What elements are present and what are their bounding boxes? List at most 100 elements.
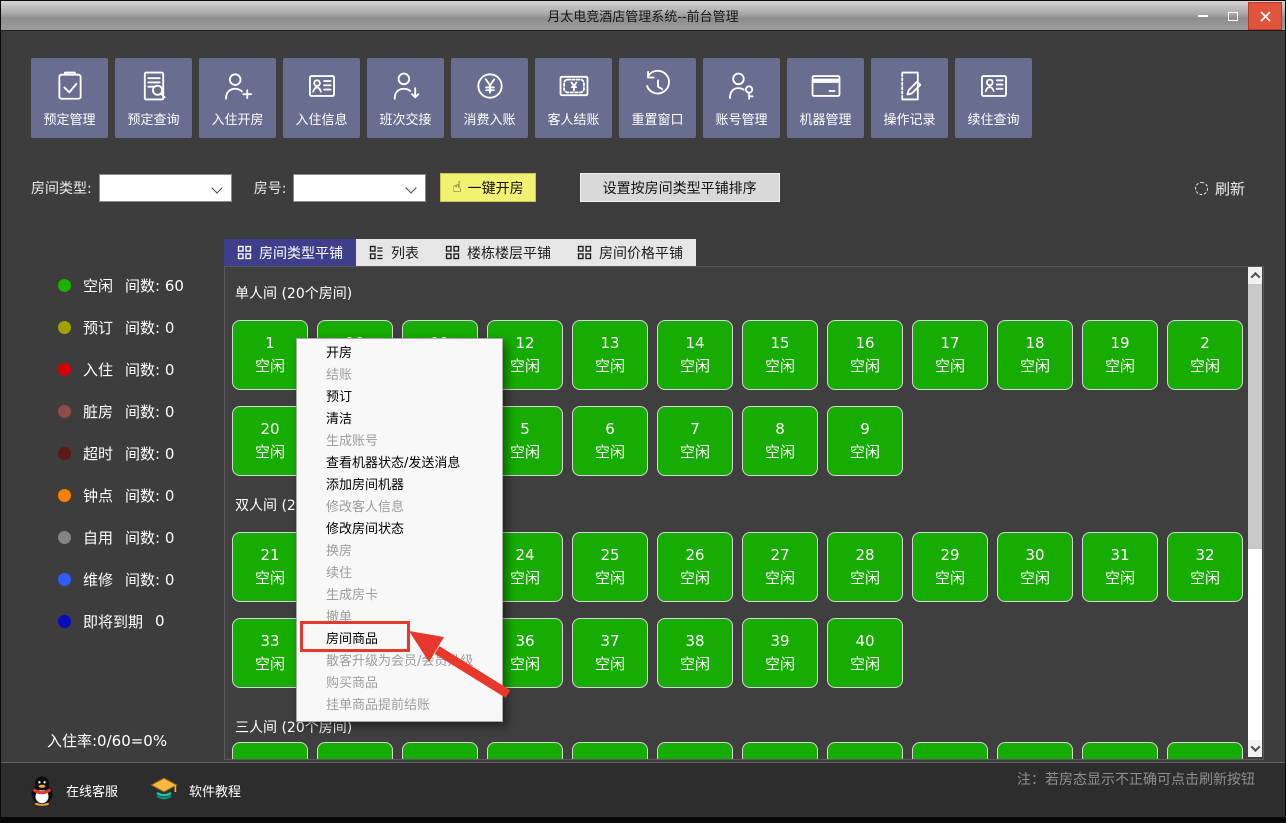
- room-tile-13[interactable]: 13空闲: [572, 320, 648, 390]
- room-tile-clipped[interactable]: [572, 742, 648, 760]
- menu-item-reserve[interactable]: 预订: [297, 387, 502, 409]
- room-status: 空闲: [595, 567, 625, 588]
- history-icon: [641, 69, 675, 103]
- room-tile-8[interactable]: 8空闲: [742, 406, 818, 476]
- legend-label: 空闲: [83, 275, 113, 296]
- room-tile-7[interactable]: 7空闲: [657, 406, 733, 476]
- menu-item-view-machine-status[interactable]: 查看机器状态/发送消息: [297, 453, 502, 475]
- room-tile-40[interactable]: 40空闲: [827, 618, 903, 688]
- room-tile-clipped[interactable]: [317, 742, 393, 760]
- room-tile-25[interactable]: 25空闲: [572, 532, 648, 602]
- toolbar-button-shift-handover[interactable]: 班次交接: [367, 58, 444, 138]
- occupancy-rate: 入住率:0/60=0%: [47, 730, 167, 751]
- room-type-select[interactable]: [99, 174, 232, 202]
- room-tile-37[interactable]: 37空闲: [572, 618, 648, 688]
- room-tile-clipped[interactable]: [997, 742, 1073, 760]
- scrollbar-thumb[interactable]: [1248, 284, 1262, 549]
- menu-item-edit-room-status[interactable]: 修改房间状态: [297, 519, 502, 541]
- status-dot-hourly: [58, 489, 71, 502]
- room-tile-clipped[interactable]: [912, 742, 988, 760]
- toolbar-button-consumption-entry[interactable]: 消费入账: [451, 58, 528, 138]
- room-tile-32[interactable]: 32空闲: [1167, 532, 1243, 602]
- tab-building-floor-tile[interactable]: 楼栋楼层平铺: [432, 239, 564, 266]
- room-tile-clipped[interactable]: [487, 742, 563, 760]
- room-tile-15[interactable]: 15空闲: [742, 320, 818, 390]
- chevron-down-icon: [1250, 742, 1260, 752]
- tab-list[interactable]: 列表: [356, 239, 432, 266]
- room-tile-2[interactable]: 2空闲: [1167, 320, 1243, 390]
- sort-by-room-type-button[interactable]: 设置按房间类型平铺排序: [580, 173, 780, 202]
- vertical-scrollbar[interactable]: [1248, 267, 1262, 757]
- menu-item-checkout: 结账: [297, 365, 502, 387]
- room-tile-38[interactable]: 38空闲: [657, 618, 733, 688]
- legend-label: 钟点: [83, 485, 113, 506]
- room-status: 空闲: [595, 653, 625, 674]
- room-status: 空闲: [255, 653, 285, 674]
- room-number: 17: [940, 334, 959, 352]
- online-service-link[interactable]: 在线客服: [29, 775, 118, 806]
- maximize-button[interactable]: [1218, 2, 1248, 30]
- toolbar-button-guest-checkout[interactable]: 客人结账: [535, 58, 612, 138]
- document-search-icon: [137, 69, 171, 103]
- room-tile-28[interactable]: 28空闲: [827, 532, 903, 602]
- close-button[interactable]: [1248, 2, 1282, 30]
- room-tile-clipped[interactable]: [232, 742, 308, 760]
- menu-item-room-goods[interactable]: 房间商品: [297, 629, 502, 651]
- tab-room-type-tile[interactable]: 房间类型平铺: [224, 239, 356, 266]
- minimize-button[interactable]: [1188, 2, 1218, 30]
- room-tile-9[interactable]: 9空闲: [827, 406, 903, 476]
- status-dot-reserved: [58, 321, 71, 334]
- toolbar-button-machine-manage[interactable]: 机器管理: [787, 58, 864, 138]
- room-tile-26[interactable]: 26空闲: [657, 532, 733, 602]
- toolbar-button-account-manage[interactable]: 账号管理: [703, 58, 780, 138]
- room-tile-31[interactable]: 31空闲: [1082, 532, 1158, 602]
- legend-label: 维修: [83, 569, 113, 590]
- menu-item-upgrade-member: 散客升级为会员/会员升级: [297, 651, 502, 673]
- toolbar-button-operation-log[interactable]: 操作记录: [871, 58, 948, 138]
- legend-item-occupied: 入住间数: 0: [58, 348, 184, 390]
- toolbar-button-stay-extension-query[interactable]: 续住查询: [955, 58, 1032, 138]
- room-tile-30[interactable]: 30空闲: [997, 532, 1073, 602]
- refresh-button[interactable]: 刷新: [1195, 178, 1245, 199]
- toolbar-button-reservation-query[interactable]: 预定查询: [115, 58, 192, 138]
- room-no-select[interactable]: [293, 174, 426, 202]
- toolbar-button-reservation-manage[interactable]: 预定管理: [31, 58, 108, 138]
- room-tile-17[interactable]: 17空闲: [912, 320, 988, 390]
- person-arrow-down-icon: [389, 69, 423, 103]
- scroll-up-button[interactable]: [1248, 267, 1262, 284]
- room-number: 7: [690, 420, 700, 438]
- legend-count: 间数: 0: [125, 359, 174, 380]
- room-tile-6[interactable]: 6空闲: [572, 406, 648, 476]
- room-tile-clipped[interactable]: [657, 742, 733, 760]
- menu-item-add-room-machine[interactable]: 添加房间机器: [297, 475, 502, 497]
- document-pen-icon: [893, 69, 927, 103]
- maximize-icon: [1228, 12, 1238, 21]
- tab-room-price-tile[interactable]: 房间价格平铺: [564, 239, 696, 266]
- room-tile-39[interactable]: 39空闲: [742, 618, 818, 688]
- footer-bar: 在线客服 软件教程 注：若房态显示不正确可点击刷新按钮: [1, 762, 1285, 817]
- menu-item-open-room[interactable]: 开房: [297, 343, 502, 365]
- room-tile-clipped[interactable]: [827, 742, 903, 760]
- room-tile-29[interactable]: 29空闲: [912, 532, 988, 602]
- menu-item-clean[interactable]: 清洁: [297, 409, 502, 431]
- legend-count: 0: [155, 612, 165, 630]
- toolbar-button-checkin-info[interactable]: 入住信息: [283, 58, 360, 138]
- room-tile-27[interactable]: 27空闲: [742, 532, 818, 602]
- room-tile-19[interactable]: 19空闲: [1082, 320, 1158, 390]
- room-tile-18[interactable]: 18空闲: [997, 320, 1073, 390]
- room-tile-clipped[interactable]: [1082, 742, 1158, 760]
- toolbar-button-reset-window[interactable]: 重置窗口: [619, 58, 696, 138]
- room-tile-clipped[interactable]: [402, 742, 478, 760]
- title-bar: 月太电竞酒店管理系统--前台管理: [1, 1, 1285, 31]
- tutorial-link[interactable]: 软件教程: [150, 777, 241, 803]
- status-dot-self-use: [58, 531, 71, 544]
- room-tile-clipped[interactable]: [1167, 742, 1243, 760]
- quick-open-button[interactable]: ☝ 一键开房: [440, 173, 535, 202]
- room-number: 38: [685, 632, 704, 650]
- room-tile-14[interactable]: 14空闲: [657, 320, 733, 390]
- room-tile-16[interactable]: 16空闲: [827, 320, 903, 390]
- toolbar-button-checkin-open-room[interactable]: 入住开房: [199, 58, 276, 138]
- room-number: 27: [770, 546, 789, 564]
- room-tile-clipped[interactable]: [742, 742, 818, 760]
- scroll-down-button[interactable]: [1248, 740, 1262, 757]
